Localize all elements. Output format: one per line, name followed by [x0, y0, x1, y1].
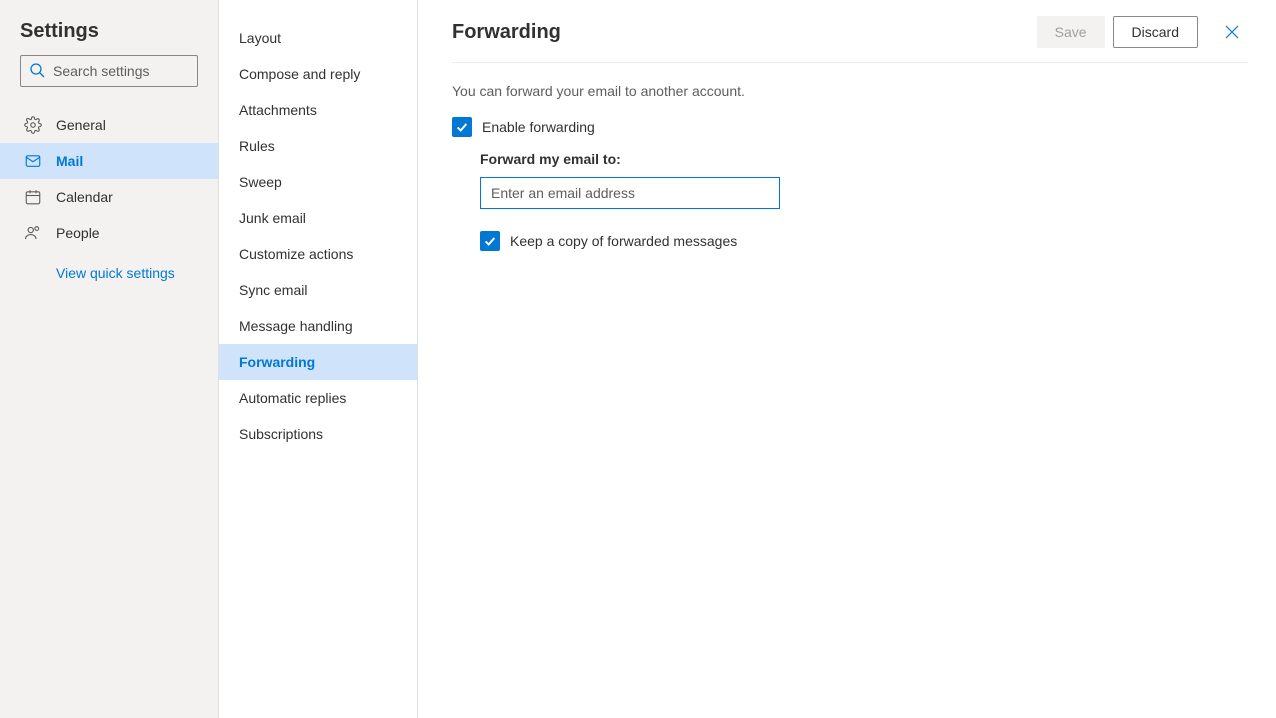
- subnav-item-rules[interactable]: Rules: [219, 128, 417, 164]
- subnav-item-sync[interactable]: Sync email: [219, 272, 417, 308]
- subnav-item-layout[interactable]: Layout: [219, 20, 417, 56]
- save-button[interactable]: Save: [1037, 16, 1105, 48]
- subnav-item-compose[interactable]: Compose and reply: [219, 56, 417, 92]
- calendar-icon: [24, 188, 42, 206]
- check-icon: [483, 234, 497, 248]
- sidebar-item-label: Mail: [56, 153, 83, 169]
- settings-sidebar: Settings General Mail C: [0, 0, 219, 718]
- gear-icon: [24, 116, 42, 134]
- settings-title: Settings: [0, 0, 218, 55]
- forward-to-label: Forward my email to:: [480, 151, 1248, 167]
- subnav-item-sweep[interactable]: Sweep: [219, 164, 417, 200]
- view-quick-settings-link[interactable]: View quick settings: [0, 251, 218, 281]
- close-button[interactable]: [1216, 16, 1248, 48]
- mail-icon: [24, 152, 42, 170]
- subnav-item-attachments[interactable]: Attachments: [219, 92, 417, 128]
- keep-copy-checkbox[interactable]: [480, 231, 500, 251]
- forwarding-description: You can forward your email to another ac…: [452, 83, 1248, 99]
- sidebar-item-mail[interactable]: Mail: [0, 143, 218, 179]
- search-input[interactable]: [51, 62, 236, 80]
- subnav-item-customize[interactable]: Customize actions: [219, 236, 417, 272]
- mail-subnav: Layout Compose and reply Attachments Rul…: [219, 0, 418, 718]
- enable-forwarding-label: Enable forwarding: [482, 119, 595, 135]
- subnav-item-junk[interactable]: Junk email: [219, 200, 417, 236]
- subnav-item-subscriptions[interactable]: Subscriptions: [219, 416, 417, 452]
- subnav-item-autoreply[interactable]: Automatic replies: [219, 380, 417, 416]
- page-title: Forwarding: [452, 21, 1029, 44]
- sidebar-item-label: Calendar: [56, 189, 113, 205]
- sidebar-item-general[interactable]: General: [0, 107, 218, 143]
- sidebar-item-label: General: [56, 117, 106, 133]
- main-pane: Forwarding Save Discard You can forward …: [418, 0, 1276, 718]
- forward-email-input[interactable]: [480, 177, 780, 209]
- search-settings[interactable]: [20, 55, 198, 87]
- subnav-item-message-handling[interactable]: Message handling: [219, 308, 417, 344]
- enable-forwarding-checkbox[interactable]: [452, 117, 472, 137]
- subnav-item-forwarding[interactable]: Forwarding: [219, 344, 417, 380]
- sidebar-item-label: People: [56, 225, 100, 241]
- discard-button[interactable]: Discard: [1113, 16, 1198, 48]
- check-icon: [455, 120, 469, 134]
- close-icon: [1224, 24, 1240, 40]
- search-icon: [29, 62, 45, 81]
- sidebar-item-calendar[interactable]: Calendar: [0, 179, 218, 215]
- people-icon: [24, 224, 42, 242]
- keep-copy-label: Keep a copy of forwarded messages: [510, 233, 737, 249]
- sidebar-item-people[interactable]: People: [0, 215, 218, 251]
